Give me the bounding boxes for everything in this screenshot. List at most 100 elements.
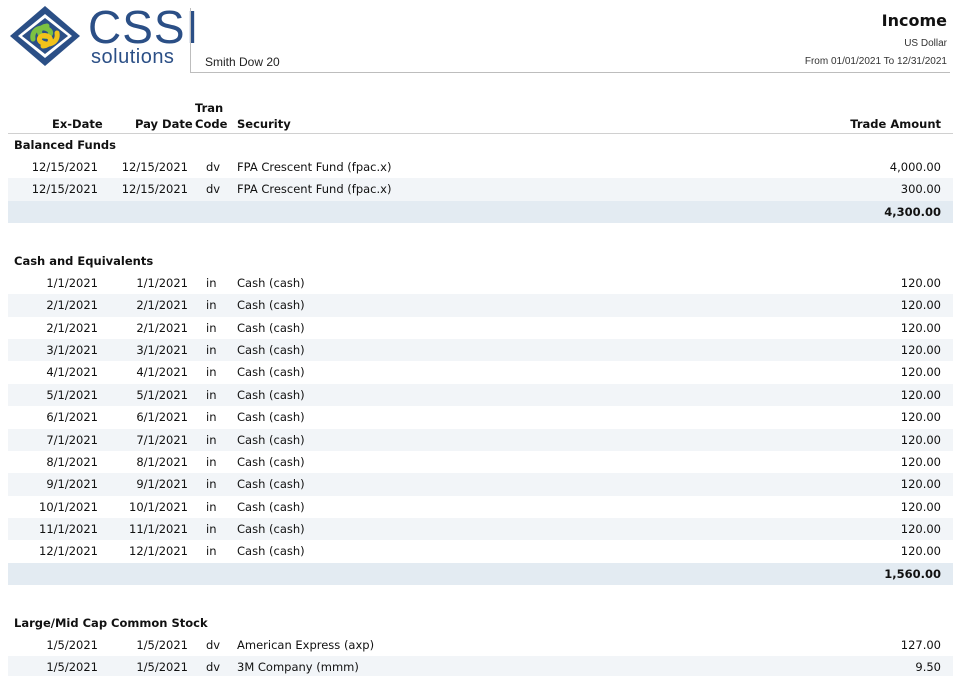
- trade-amount-cell: 120.00: [900, 499, 941, 514]
- trade-amount-cell: 120.00: [900, 477, 941, 492]
- ex-date-cell: 12/1/2021: [39, 544, 98, 559]
- security-cell: 3M Company (mmm): [237, 660, 359, 675]
- security-cell: Cash (cash): [237, 298, 305, 313]
- tran-code-cell: dv: [206, 660, 221, 675]
- pay-date-cell: 12/15/2021: [121, 182, 188, 197]
- ex-date-cell: 6/1/2021: [46, 410, 98, 425]
- tran-code-cell: in: [206, 298, 217, 313]
- table-row: 12/15/2021 12/15/2021 dv FPA Crescent Fund …: [8, 178, 953, 201]
- security-cell: Cash (cash): [237, 387, 305, 402]
- table-body: Balanced Funds 12/15/2021 12/15/2021 dv FPA …: [8, 134, 953, 676]
- ex-date-cell: 9/1/2021: [46, 477, 98, 492]
- trade-amount-cell: 120.00: [900, 410, 941, 425]
- pay-date-cell: 5/1/2021: [136, 387, 188, 402]
- security-cell: Cash (cash): [237, 320, 305, 335]
- trade-amount-cell: 9.50: [915, 660, 941, 675]
- tran-code-cell: in: [206, 477, 217, 492]
- table-row: 9/1/2021 9/1/2021 in Cash (cash) 120.00: [8, 473, 953, 496]
- table-row: 7/1/2021 7/1/2021 in Cash (cash) 120.00: [8, 428, 953, 451]
- pay-date-cell: 7/1/2021: [136, 432, 188, 447]
- ex-date-cell: 7/1/2021: [46, 432, 98, 447]
- ex-date-cell: 2/1/2021: [46, 320, 98, 335]
- table-row: 1/1/2021 1/1/2021 in Cash (cash) 120.00: [8, 272, 953, 294]
- table-row: 8/1/2021 8/1/2021 in Cash (cash) 120.00: [8, 451, 953, 473]
- pay-date-cell: 1/5/2021: [136, 660, 188, 675]
- security-cell: Cash (cash): [237, 410, 305, 425]
- trade-amount-cell: 4,000.00: [889, 160, 941, 174]
- pay-date-cell: 9/1/2021: [136, 477, 188, 492]
- tran-code-cell: in: [206, 522, 217, 537]
- tran-code-cell: in: [206, 342, 217, 357]
- ex-date-cell: 10/1/2021: [39, 499, 98, 514]
- subtotal-amount: 4,300.00: [884, 204, 941, 219]
- group-subtotal-row: 1,560.00: [8, 562, 953, 585]
- cssi-logo: CSSI solutions: [9, 1, 198, 68]
- pay-date-cell: 2/1/2021: [136, 320, 188, 335]
- table-row: 4/1/2021 4/1/2021 in Cash (cash) 120.00: [8, 361, 953, 383]
- col-pay-date: Pay Date: [135, 117, 193, 131]
- tran-code-cell: in: [206, 454, 217, 469]
- ex-date-cell: 11/1/2021: [39, 522, 98, 537]
- security-cell: Cash (cash): [237, 544, 305, 559]
- security-cell: Cash (cash): [237, 342, 305, 357]
- trade-amount-cell: 120.00: [900, 522, 941, 537]
- tran-code-cell: in: [206, 432, 217, 447]
- tran-code-cell: dv: [206, 182, 221, 197]
- security-cell: Cash (cash): [237, 432, 305, 447]
- table-row: 10/1/2021 10/1/2021 in Cash (cash) 120.00: [8, 496, 953, 518]
- pay-date-cell: 2/1/2021: [136, 298, 188, 313]
- tran-code-cell: dv: [206, 160, 221, 174]
- security-cell: Cash (cash): [237, 522, 305, 537]
- pay-date-cell: 1/1/2021: [136, 275, 188, 290]
- security-cell: Cash (cash): [237, 454, 305, 469]
- ex-date-cell: 8/1/2021: [46, 454, 98, 469]
- security-cell: Cash (cash): [237, 365, 305, 380]
- ex-date-cell: 1/1/2021: [46, 275, 98, 290]
- table-row: 2/1/2021 2/1/2021 in Cash (cash) 120.00: [8, 317, 953, 339]
- table-row: 1/5/2021 1/5/2021 dv 3M Company (mmm) 9.50: [8, 656, 953, 676]
- logo-diamond-icon: [10, 6, 80, 66]
- group-subtotal-row: 4,300.00: [8, 200, 953, 223]
- ex-date-cell: 2/1/2021: [46, 298, 98, 313]
- pay-date-cell: 10/1/2021: [129, 499, 188, 514]
- table-header: Ex-Date Pay Date Tran Code Security Trad…: [8, 98, 953, 134]
- report-header: CSSI solutions Smith Dow 20 Income US Do…: [0, 0, 953, 76]
- table-row: 6/1/2021 6/1/2021 in Cash (cash) 120.00: [8, 406, 953, 428]
- col-trade-amount: Trade Amount: [850, 117, 941, 131]
- table-row: 2/1/2021 2/1/2021 in Cash (cash) 120.00: [8, 294, 953, 317]
- col-tran-code-line2: Code: [195, 117, 228, 131]
- tran-code-cell: in: [206, 410, 217, 425]
- table-row: 1/5/2021 1/5/2021 dv American Express (axp)…: [8, 634, 953, 656]
- group-title: Large/Mid Cap Common Stock: [14, 615, 208, 630]
- security-cell: Cash (cash): [237, 477, 305, 492]
- table-row: 12/15/2021 12/15/2021 dv FPA Crescent Fund …: [8, 156, 953, 178]
- pay-date-cell: 12/1/2021: [129, 544, 188, 559]
- report-title: Income: [881, 11, 947, 30]
- group-title: Cash and Equivalents: [14, 253, 154, 268]
- trade-amount-cell: 120.00: [900, 298, 941, 313]
- trade-amount-cell: 120.00: [900, 454, 941, 469]
- subtotal-amount: 1,560.00: [884, 566, 941, 581]
- security-cell: American Express (axp): [237, 637, 375, 652]
- pay-date-cell: 1/5/2021: [136, 637, 188, 652]
- trade-amount-cell: 120.00: [900, 320, 941, 335]
- account-name: Smith Dow 20: [205, 55, 280, 69]
- trade-amount-cell: 120.00: [900, 342, 941, 357]
- tran-code-cell: in: [206, 544, 217, 559]
- trade-amount-cell: 120.00: [900, 432, 941, 447]
- ex-date-cell: 3/1/2021: [46, 342, 98, 357]
- pay-date-cell: 12/15/2021: [121, 160, 188, 174]
- table-row: 12/1/2021 12/1/2021 in Cash (cash) 120.00: [8, 540, 953, 562]
- ex-date-cell: 1/5/2021: [46, 660, 98, 675]
- tran-code-cell: in: [206, 275, 217, 290]
- security-cell: Cash (cash): [237, 275, 305, 290]
- group-title: Balanced Funds: [14, 138, 117, 152]
- currency-label: US Dollar: [904, 38, 947, 49]
- income-table: Ex-Date Pay Date Tran Code Security Trad…: [8, 98, 953, 676]
- ex-date-cell: 12/15/2021: [31, 160, 98, 174]
- col-tran-code-line1: Tran: [195, 101, 224, 115]
- pay-date-cell: 3/1/2021: [136, 342, 188, 357]
- table-row: 3/1/2021 3/1/2021 in Cash (cash) 120.00: [8, 338, 953, 362]
